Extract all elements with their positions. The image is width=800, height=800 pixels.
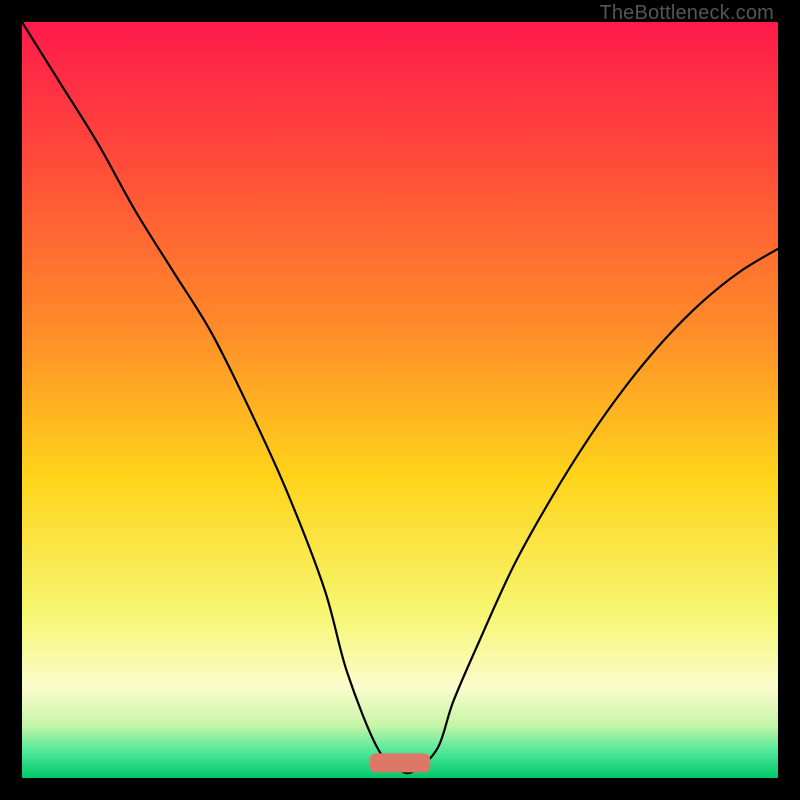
chart-frame (22, 22, 778, 778)
chart-background (22, 22, 778, 778)
minimum-marker (370, 753, 430, 772)
bottleneck-chart (22, 22, 778, 778)
